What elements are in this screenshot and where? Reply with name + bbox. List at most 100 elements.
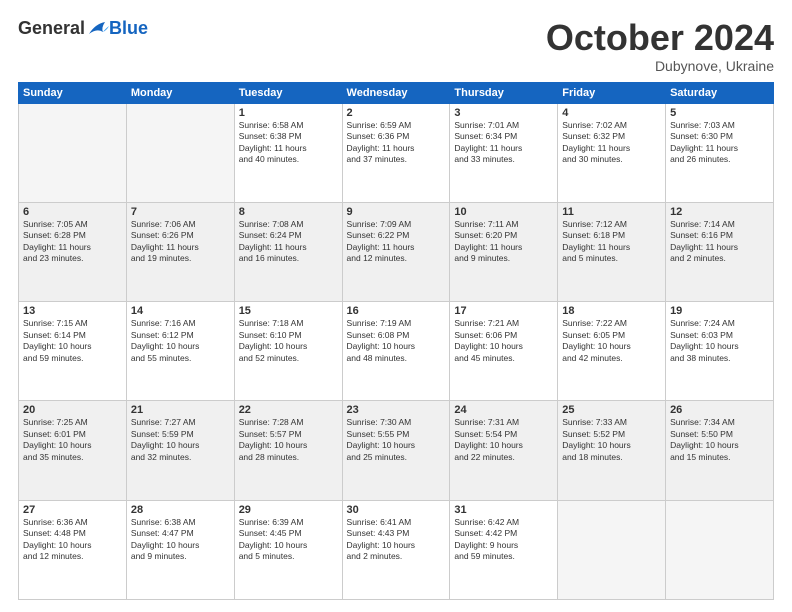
day-info: Sunrise: 7:30 AM Sunset: 5:55 PM Dayligh… xyxy=(347,417,446,463)
day-number: 5 xyxy=(670,107,769,119)
day-info: Sunrise: 7:28 AM Sunset: 5:57 PM Dayligh… xyxy=(239,417,338,463)
calendar-cell: 23Sunrise: 7:30 AM Sunset: 5:55 PM Dayli… xyxy=(342,401,450,500)
day-info: Sunrise: 7:27 AM Sunset: 5:59 PM Dayligh… xyxy=(131,417,230,463)
location: Dubynove, Ukraine xyxy=(546,58,774,74)
calendar-week-row: 20Sunrise: 7:25 AM Sunset: 6:01 PM Dayli… xyxy=(19,401,774,500)
day-info: Sunrise: 7:33 AM Sunset: 5:52 PM Dayligh… xyxy=(562,417,661,463)
weekday-header: Wednesday xyxy=(342,82,450,103)
page: General Blue October 2024 Dubynove, Ukra… xyxy=(0,0,792,612)
logo-blue-text: Blue xyxy=(109,18,148,39)
calendar-week-row: 6Sunrise: 7:05 AM Sunset: 6:28 PM Daylig… xyxy=(19,202,774,301)
month-title: October 2024 xyxy=(546,18,774,58)
calendar-cell: 5Sunrise: 7:03 AM Sunset: 6:30 PM Daylig… xyxy=(666,103,774,202)
day-info: Sunrise: 6:36 AM Sunset: 4:48 PM Dayligh… xyxy=(23,517,122,563)
day-number: 4 xyxy=(562,107,661,119)
calendar-cell: 8Sunrise: 7:08 AM Sunset: 6:24 PM Daylig… xyxy=(234,202,342,301)
calendar-cell: 26Sunrise: 7:34 AM Sunset: 5:50 PM Dayli… xyxy=(666,401,774,500)
calendar-header-row: SundayMondayTuesdayWednesdayThursdayFrid… xyxy=(19,82,774,103)
day-info: Sunrise: 7:19 AM Sunset: 6:08 PM Dayligh… xyxy=(347,318,446,364)
calendar-cell: 14Sunrise: 7:16 AM Sunset: 6:12 PM Dayli… xyxy=(126,302,234,401)
day-number: 14 xyxy=(131,305,230,317)
day-number: 1 xyxy=(239,107,338,119)
day-info: Sunrise: 7:18 AM Sunset: 6:10 PM Dayligh… xyxy=(239,318,338,364)
calendar-cell: 24Sunrise: 7:31 AM Sunset: 5:54 PM Dayli… xyxy=(450,401,558,500)
day-number: 10 xyxy=(454,206,553,218)
day-number: 22 xyxy=(239,404,338,416)
calendar-cell xyxy=(19,103,127,202)
day-info: Sunrise: 7:22 AM Sunset: 6:05 PM Dayligh… xyxy=(562,318,661,364)
day-number: 13 xyxy=(23,305,122,317)
day-info: Sunrise: 6:42 AM Sunset: 4:42 PM Dayligh… xyxy=(454,517,553,563)
calendar-cell: 2Sunrise: 6:59 AM Sunset: 6:36 PM Daylig… xyxy=(342,103,450,202)
calendar-cell: 15Sunrise: 7:18 AM Sunset: 6:10 PM Dayli… xyxy=(234,302,342,401)
weekday-header: Sunday xyxy=(19,82,127,103)
day-number: 26 xyxy=(670,404,769,416)
day-info: Sunrise: 6:59 AM Sunset: 6:36 PM Dayligh… xyxy=(347,120,446,166)
logo-bird-icon xyxy=(87,20,109,38)
calendar-cell: 31Sunrise: 6:42 AM Sunset: 4:42 PM Dayli… xyxy=(450,500,558,599)
day-info: Sunrise: 6:38 AM Sunset: 4:47 PM Dayligh… xyxy=(131,517,230,563)
calendar-week-row: 1Sunrise: 6:58 AM Sunset: 6:38 PM Daylig… xyxy=(19,103,774,202)
day-number: 25 xyxy=(562,404,661,416)
day-info: Sunrise: 7:11 AM Sunset: 6:20 PM Dayligh… xyxy=(454,219,553,265)
day-info: Sunrise: 7:12 AM Sunset: 6:18 PM Dayligh… xyxy=(562,219,661,265)
day-info: Sunrise: 7:21 AM Sunset: 6:06 PM Dayligh… xyxy=(454,318,553,364)
calendar-cell: 11Sunrise: 7:12 AM Sunset: 6:18 PM Dayli… xyxy=(558,202,666,301)
day-number: 18 xyxy=(562,305,661,317)
day-info: Sunrise: 6:41 AM Sunset: 4:43 PM Dayligh… xyxy=(347,517,446,563)
day-info: Sunrise: 6:39 AM Sunset: 4:45 PM Dayligh… xyxy=(239,517,338,563)
day-number: 17 xyxy=(454,305,553,317)
title-block: October 2024 Dubynove, Ukraine xyxy=(546,18,774,74)
calendar-cell: 18Sunrise: 7:22 AM Sunset: 6:05 PM Dayli… xyxy=(558,302,666,401)
calendar-cell: 21Sunrise: 7:27 AM Sunset: 5:59 PM Dayli… xyxy=(126,401,234,500)
day-number: 23 xyxy=(347,404,446,416)
day-number: 28 xyxy=(131,504,230,516)
day-info: Sunrise: 7:15 AM Sunset: 6:14 PM Dayligh… xyxy=(23,318,122,364)
calendar-cell: 28Sunrise: 6:38 AM Sunset: 4:47 PM Dayli… xyxy=(126,500,234,599)
day-info: Sunrise: 6:58 AM Sunset: 6:38 PM Dayligh… xyxy=(239,120,338,166)
calendar-cell: 17Sunrise: 7:21 AM Sunset: 6:06 PM Dayli… xyxy=(450,302,558,401)
day-info: Sunrise: 7:25 AM Sunset: 6:01 PM Dayligh… xyxy=(23,417,122,463)
logo-general-text: General xyxy=(18,18,85,39)
day-number: 16 xyxy=(347,305,446,317)
day-info: Sunrise: 7:16 AM Sunset: 6:12 PM Dayligh… xyxy=(131,318,230,364)
calendar-week-row: 27Sunrise: 6:36 AM Sunset: 4:48 PM Dayli… xyxy=(19,500,774,599)
day-info: Sunrise: 7:31 AM Sunset: 5:54 PM Dayligh… xyxy=(454,417,553,463)
calendar-week-row: 13Sunrise: 7:15 AM Sunset: 6:14 PM Dayli… xyxy=(19,302,774,401)
weekday-header: Tuesday xyxy=(234,82,342,103)
day-number: 15 xyxy=(239,305,338,317)
calendar-cell: 22Sunrise: 7:28 AM Sunset: 5:57 PM Dayli… xyxy=(234,401,342,500)
day-number: 31 xyxy=(454,504,553,516)
day-info: Sunrise: 7:06 AM Sunset: 6:26 PM Dayligh… xyxy=(131,219,230,265)
day-info: Sunrise: 7:34 AM Sunset: 5:50 PM Dayligh… xyxy=(670,417,769,463)
day-number: 24 xyxy=(454,404,553,416)
header: General Blue October 2024 Dubynove, Ukra… xyxy=(18,18,774,74)
day-info: Sunrise: 7:08 AM Sunset: 6:24 PM Dayligh… xyxy=(239,219,338,265)
calendar-table: SundayMondayTuesdayWednesdayThursdayFrid… xyxy=(18,82,774,600)
calendar-cell xyxy=(666,500,774,599)
calendar-cell: 9Sunrise: 7:09 AM Sunset: 6:22 PM Daylig… xyxy=(342,202,450,301)
day-info: Sunrise: 7:14 AM Sunset: 6:16 PM Dayligh… xyxy=(670,219,769,265)
calendar-cell: 27Sunrise: 6:36 AM Sunset: 4:48 PM Dayli… xyxy=(19,500,127,599)
day-number: 6 xyxy=(23,206,122,218)
day-number: 21 xyxy=(131,404,230,416)
weekday-header: Thursday xyxy=(450,82,558,103)
calendar-cell: 25Sunrise: 7:33 AM Sunset: 5:52 PM Dayli… xyxy=(558,401,666,500)
weekday-header: Monday xyxy=(126,82,234,103)
day-number: 8 xyxy=(239,206,338,218)
day-number: 9 xyxy=(347,206,446,218)
day-number: 11 xyxy=(562,206,661,218)
day-info: Sunrise: 7:24 AM Sunset: 6:03 PM Dayligh… xyxy=(670,318,769,364)
day-number: 29 xyxy=(239,504,338,516)
day-info: Sunrise: 7:02 AM Sunset: 6:32 PM Dayligh… xyxy=(562,120,661,166)
calendar-cell: 12Sunrise: 7:14 AM Sunset: 6:16 PM Dayli… xyxy=(666,202,774,301)
day-number: 27 xyxy=(23,504,122,516)
calendar-cell xyxy=(558,500,666,599)
day-info: Sunrise: 7:05 AM Sunset: 6:28 PM Dayligh… xyxy=(23,219,122,265)
day-info: Sunrise: 7:03 AM Sunset: 6:30 PM Dayligh… xyxy=(670,120,769,166)
calendar-cell: 3Sunrise: 7:01 AM Sunset: 6:34 PM Daylig… xyxy=(450,103,558,202)
day-number: 7 xyxy=(131,206,230,218)
day-number: 19 xyxy=(670,305,769,317)
calendar-cell: 10Sunrise: 7:11 AM Sunset: 6:20 PM Dayli… xyxy=(450,202,558,301)
day-info: Sunrise: 7:01 AM Sunset: 6:34 PM Dayligh… xyxy=(454,120,553,166)
